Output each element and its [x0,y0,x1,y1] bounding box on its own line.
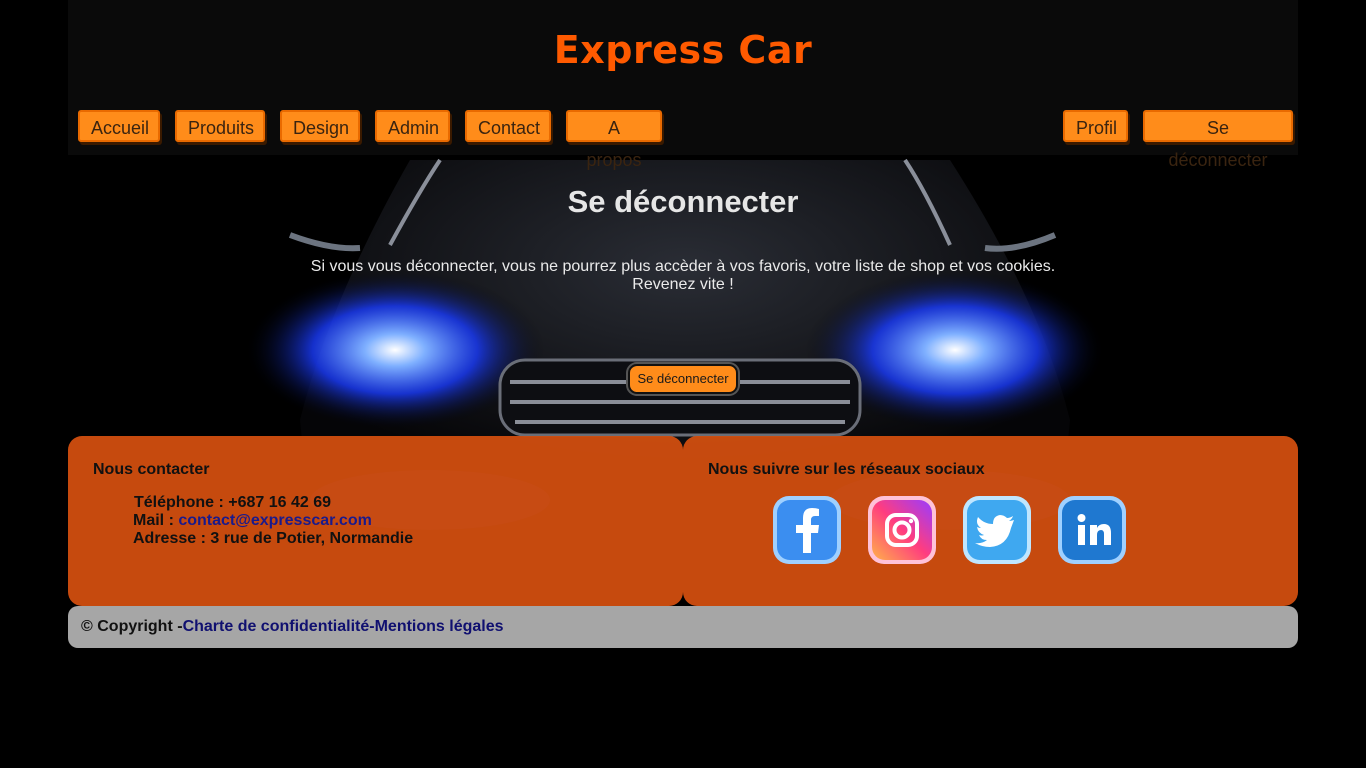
legal-link[interactable]: Mentions légales [375,618,504,635]
page-container: Express Car Accueil Produits Design Admi… [68,0,1298,648]
contact-panel: Nous contacter Téléphone : +687 16 42 69… [68,436,683,606]
contact-mail-link[interactable]: contact@expresscar.com [178,512,371,529]
main-nav: Accueil Produits Design Admin Contact A … [78,110,1293,170]
contact-address: Adresse : 3 rue de Potier, Normandie [133,530,414,547]
contact-mail: Mail : contact@expresscar.com [133,512,413,530]
logout-message: Si vous vous déconnecter, vous ne pourre… [68,258,1298,294]
nav-a-propos[interactable]: A propos [566,110,662,170]
privacy-link[interactable]: Charte de confidentialité [183,618,370,635]
logout-message-line2: Revenez vite ! [632,276,734,293]
nav-contact[interactable]: Contact [465,110,551,142]
copyright-prefix: © Copyright - [81,618,183,635]
copyright-bar: © Copyright -Charte de confidentialité-M… [68,606,1298,648]
nav-accueil[interactable]: Accueil [78,110,160,142]
site-header: Express Car Accueil Produits Design Admi… [68,0,1298,170]
contact-mail-label: Mail : [133,512,179,529]
twitter-icon[interactable] [962,495,1032,565]
page-title: Se déconnecter [567,184,799,219]
nav-profil[interactable]: Profil [1063,110,1128,142]
social-panel: Nous suivre sur les réseaux sociaux [683,436,1298,606]
nav-design[interactable]: Design [280,110,360,142]
contact-heading: Nous contacter [93,461,210,478]
logout-button[interactable]: Se déconnecter [628,364,738,394]
contact-info: Téléphone : +687 16 42 69 Mail : contact… [133,494,413,548]
copyright-text: © Copyright -Charte de confidentialité-M… [81,618,504,636]
social-heading: Nous suivre sur les réseaux sociaux [708,461,985,478]
facebook-icon[interactable] [772,495,842,565]
footer: Nous contacter Téléphone : +687 16 42 69… [68,436,1298,606]
linkedin-icon[interactable] [1057,495,1127,565]
site-title: Express Car [553,28,813,72]
nav-admin[interactable]: Admin [375,110,450,142]
contact-phone: Téléphone : +687 16 42 69 [134,494,331,511]
logout-message-line1: Si vous vous déconnecter, vous ne pourre… [310,258,1056,275]
nav-se-deconnecter[interactable]: Se déconnecter [1143,110,1293,170]
nav-produits[interactable]: Produits [175,110,265,142]
instagram-icon[interactable] [867,495,937,565]
